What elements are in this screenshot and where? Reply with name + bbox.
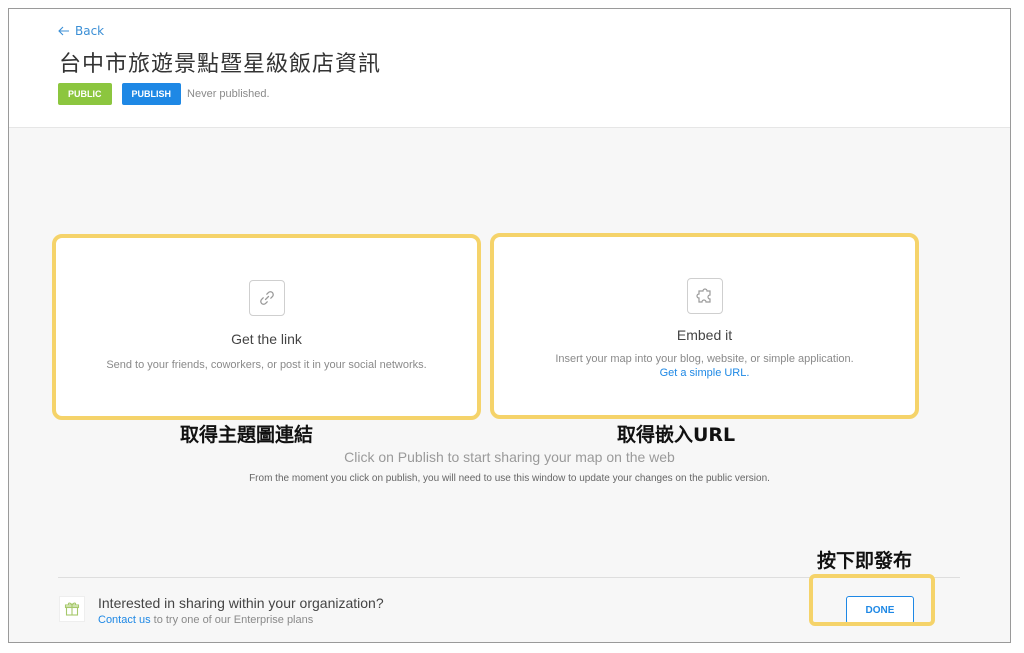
get-link-card[interactable]: Get the link Send to your friends, cowor… — [52, 234, 481, 420]
badge-row: PUBLIC PUBLISH Never published. — [58, 83, 270, 105]
public-badge: PUBLIC — [58, 83, 112, 105]
get-link-title: Get the link — [231, 331, 302, 347]
puzzle-icon — [686, 278, 723, 314]
done-highlight — [809, 574, 935, 626]
embed-card[interactable]: Embed it Insert your map into your blog,… — [490, 233, 919, 419]
embed-description: Insert your map into your blog, website,… — [555, 353, 854, 365]
publish-status: Never published. — [187, 88, 270, 100]
get-simple-url-link[interactable]: Get a simple URL. — [494, 367, 915, 379]
embed-title: Embed it — [676, 327, 733, 343]
header: Back 台中市旅遊景點暨星級飯店資訊 PUBLIC PUBLISH Never… — [9, 9, 1010, 128]
publish-note: From the moment you click on publish, yo… — [249, 473, 770, 484]
enterprise-title: Interested in sharing within your organi… — [98, 595, 384, 611]
enterprise-subtitle-text: to try one of our Enterprise plans — [150, 614, 314, 626]
page-title: 台中市旅遊景點暨星級飯店資訊 — [59, 52, 382, 77]
link-icon — [248, 280, 285, 316]
annotation-get-link: 取得主題圖連結 — [180, 424, 314, 446]
get-link-description: Send to your friends, coworkers, or post… — [106, 359, 427, 371]
gift-icon — [59, 596, 85, 622]
annotation-done: 按下即發布 — [817, 550, 913, 572]
arrow-left-icon — [58, 26, 69, 36]
enterprise-subtitle: Contact us to try one of our Enterprise … — [98, 614, 313, 626]
annotation-embed: 取得嵌入URL — [617, 424, 736, 446]
publish-button[interactable]: PUBLISH — [121, 83, 182, 105]
back-link[interactable]: Back — [58, 24, 104, 38]
contact-us-link[interactable]: Contact us — [98, 614, 151, 626]
publish-cta: Click on Publish to start sharing your m… — [344, 449, 675, 465]
back-label: Back — [75, 24, 105, 38]
